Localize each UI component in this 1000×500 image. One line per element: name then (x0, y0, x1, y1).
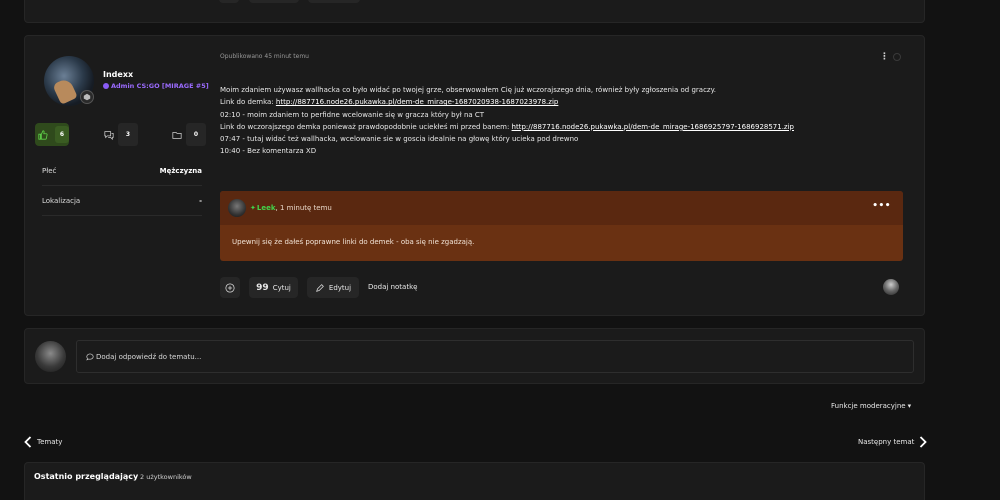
posts-stat[interactable]: 0 (172, 123, 206, 146)
quote-button-label: Cytuj (272, 283, 291, 292)
post-content: Moim zdaniem używasz wallhacka co było w… (220, 84, 900, 158)
edit-button-label: Edytuj (328, 283, 352, 292)
current-user-avatar (35, 341, 66, 372)
demo-link[interactable]: http://887716.node26.pukawka.pl/dem-de_m… (276, 98, 558, 106)
comment-header: ✦ Leek , 1 minutę temu ••• (220, 191, 903, 225)
prev-topic-label: Tematy (37, 438, 63, 446)
moderation-label: Funkcje moderacyjne (831, 402, 906, 410)
field-label: Lokalizacja (42, 197, 81, 205)
previous-post-button[interactable] (308, 0, 360, 3)
post-line-text: Link do wczorajszego demka ponieważ praw… (220, 122, 512, 131)
reply-card: Dodaj odpowiedź do tematu... (24, 328, 925, 384)
post-line: Moim zdaniem używasz wallhacka co było w… (220, 86, 716, 94)
chevron-left-icon (24, 436, 32, 448)
comments-icon (104, 130, 114, 140)
add-note-link[interactable]: Dodaj notatkę (368, 283, 417, 291)
post-timestamp[interactable]: Opublikowano 45 minut temu (220, 53, 309, 60)
post-select-checkbox[interactable] (893, 53, 901, 61)
author-role-label: Admin CS:GO [MIRAGE #5] (111, 82, 209, 90)
reply-placeholder: Dodaj odpowiedź do tematu... (96, 352, 202, 361)
next-topic-label: Następny temat (858, 438, 915, 446)
chevron-right-icon (920, 436, 928, 448)
post-line-text: Link do demka: (220, 98, 276, 107)
comments-count: 3 (118, 123, 138, 146)
post-actions: 99 Cytuj Edytuj Dodaj notatkę (220, 277, 903, 298)
comment-time: , 1 minutę temu (275, 204, 332, 212)
post-body: Opublikowano 45 minut temu ⋮ Moim zdanie… (219, 36, 926, 317)
recent-viewers-card: Ostatnio przeglądający 2 użytkowników (24, 462, 925, 500)
comment-icon (86, 353, 94, 361)
comment-menu-icon[interactable]: ••• (872, 201, 891, 211)
post-author-panel: Indexx Admin CS:GO [MIRAGE #5] 6 3 0 Płe… (25, 36, 219, 317)
comment-text: Upewnij się że dałeś poprawne linki do d… (232, 238, 475, 246)
posts-count: 0 (186, 123, 206, 146)
post-menu-icon[interactable]: ⋮ (880, 52, 889, 62)
reaction-avatar[interactable] (883, 279, 899, 295)
pencil-icon (315, 283, 324, 292)
next-topic-link[interactable]: Następny temat (858, 436, 928, 448)
recent-viewers-title: Ostatnio przeglądający (34, 472, 139, 481)
post-line: 07:47 - tutaj widać też wallhacka, wcelo… (220, 135, 579, 144)
quote-icon: 99 (256, 282, 269, 293)
likes-stat[interactable]: 6 (35, 123, 69, 146)
post-line: Link do wczorajszego demka ponieważ praw… (220, 121, 900, 133)
profile-field-location: Lokalizacja - (42, 197, 202, 216)
profile-field-gender: Płeć Mężczyzna (42, 167, 202, 186)
post-line: 10:40 - Bez komentarza XD (220, 147, 317, 156)
folder-icon (172, 131, 182, 139)
quote-button[interactable]: 99 Cytuj (249, 277, 298, 298)
comment-username[interactable]: Leek (257, 204, 276, 212)
post-line: 02:10 - moim zdaniem to perfidne wcelowa… (220, 110, 485, 119)
author-role: Admin CS:GO [MIRAGE #5] (103, 82, 209, 90)
previous-post-card (24, 0, 925, 23)
author-username[interactable]: Indexx (103, 70, 133, 79)
post-line: Link do demka: http://887716.node26.puka… (220, 96, 900, 108)
add-reaction-icon (225, 282, 235, 293)
prev-topic-link[interactable]: Tematy (24, 436, 62, 448)
moderation-menu[interactable]: Funkcje moderacyjne ▾ (831, 402, 911, 410)
likes-count: 6 (55, 126, 69, 143)
edit-button[interactable]: Edytuj (307, 277, 359, 298)
react-button[interactable] (220, 277, 240, 298)
moderator-comment: ✦ Leek , 1 minutę temu ••• Upewnij się ż… (220, 191, 903, 261)
field-value: - (199, 197, 202, 205)
field-value: Mężczyzna (159, 167, 202, 175)
reply-input[interactable]: Dodaj odpowiedź do tematu... (76, 340, 914, 373)
demo-link[interactable]: http://887716.node26.pukawka.pl/dem-de_m… (512, 123, 794, 131)
field-label: Płeć (42, 167, 57, 175)
caret-down-icon: ▾ (907, 402, 912, 410)
rank-badge-icon (80, 90, 94, 104)
leaf-icon: ✦ (250, 204, 256, 212)
comments-stat[interactable]: 3 (104, 123, 138, 146)
previous-post-button[interactable] (249, 0, 299, 3)
post-card: Indexx Admin CS:GO [MIRAGE #5] 6 3 0 Płe… (24, 35, 925, 316)
previous-post-button[interactable] (219, 0, 239, 3)
thumbs-up-icon (38, 129, 48, 140)
role-badge-icon (103, 83, 109, 89)
comment-avatar[interactable] (228, 199, 246, 217)
recent-viewers-count: 2 użytkowników (140, 473, 192, 481)
